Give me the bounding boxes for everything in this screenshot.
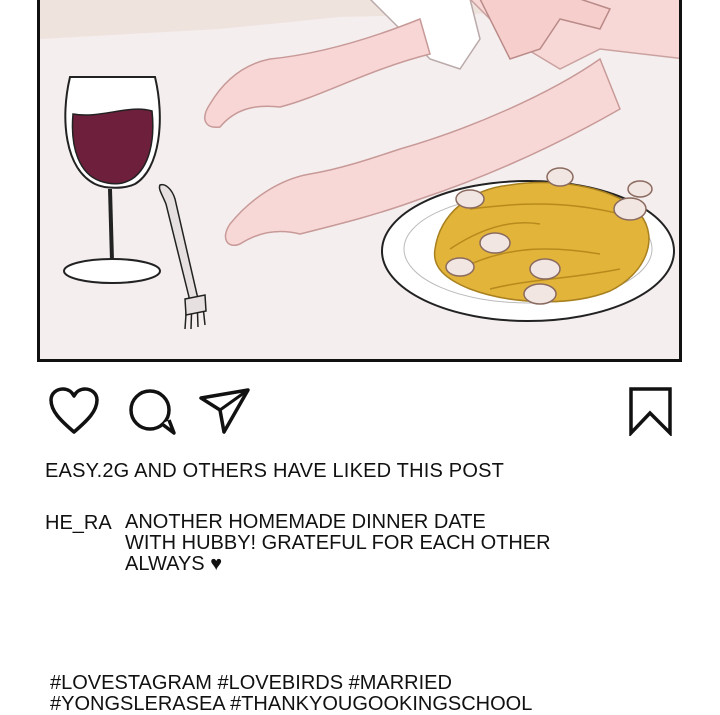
likes-text[interactable]: EASY.2G AND OTHERS HAVE LIKED THIS POST	[45, 460, 504, 483]
heart-emoji-icon: ♥	[210, 553, 223, 575]
hashtags: #LOVESTAGRAM #LOVEBIRDS #MARRIED #YONGSL…	[50, 673, 710, 715]
hashtags-line-2[interactable]: #YONGSLERASEA #THANKYOUGOOKINGSCHOOL	[50, 694, 710, 715]
caption-line-3-text: ALWAYS	[125, 553, 205, 575]
comment-icon[interactable]	[126, 388, 178, 436]
post-image[interactable]	[37, 0, 682, 362]
heart-icon[interactable]	[48, 386, 100, 436]
share-icon[interactable]	[198, 386, 252, 436]
caption-line-1: ANOTHER HOMEMADE DINNER DATE	[125, 511, 486, 533]
caption-username[interactable]: HE_RA	[45, 512, 112, 535]
caption-line-3: ALWAYS ♥	[125, 554, 665, 575]
post-action-bar	[0, 380, 720, 444]
hashtags-line-1[interactable]: #LOVESTAGRAM #LOVEBIRDS #MARRIED	[50, 673, 710, 694]
caption-line-2: WITH HUBBY! GRATEFUL FOR EACH OTHER	[125, 532, 551, 554]
caption-text: ANOTHER HOMEMADE DINNER DATE WITH HUBBY!…	[125, 512, 665, 575]
bookmark-icon[interactable]	[628, 386, 674, 436]
